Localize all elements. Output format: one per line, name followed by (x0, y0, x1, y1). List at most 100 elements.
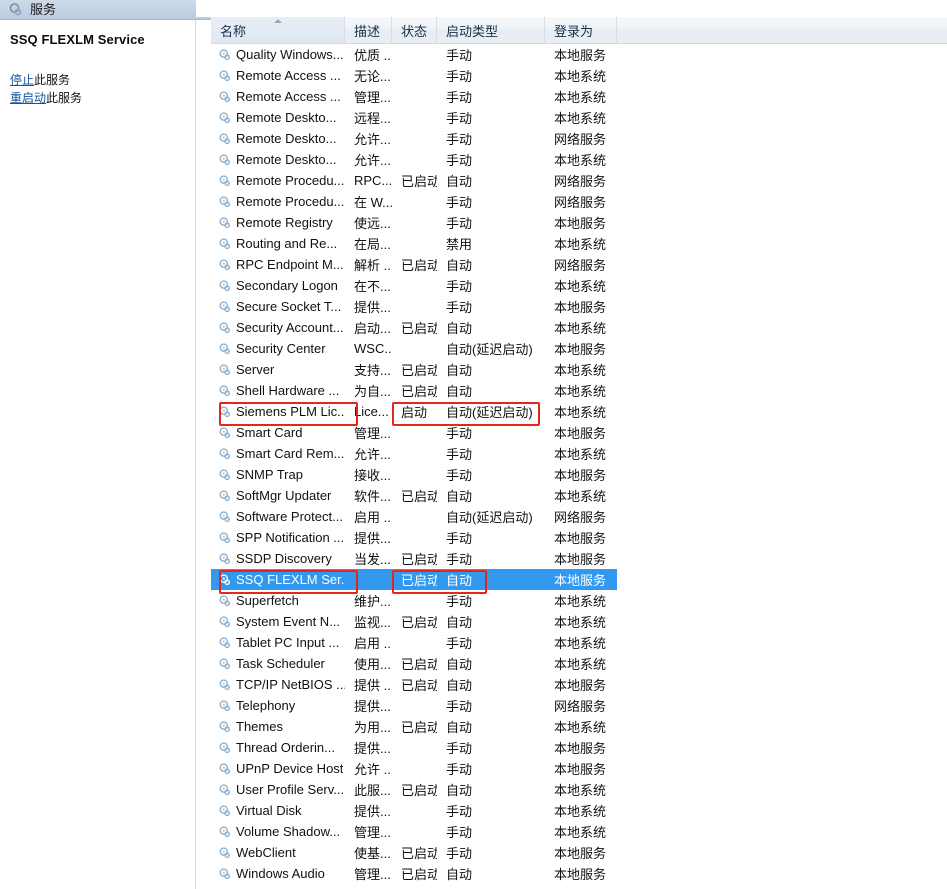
cell-name: Tablet PC Input ... (211, 632, 345, 653)
services-list-body[interactable]: Quality Windows... 优质 ... 手动 本地服务 Remote Acc… (211, 44, 947, 889)
service-gear-icon (218, 720, 232, 734)
column-header-desc[interactable]: 描述 (345, 17, 392, 43)
table-row[interactable]: Remote Access ... 管理... 手动 本地系统 (211, 86, 947, 107)
table-row[interactable]: System Event N... 监视... 已启动 自动 本地系统 (211, 611, 947, 632)
table-row[interactable]: Volume Shadow... 管理... 手动 本地系统 (211, 821, 947, 842)
service-gear-icon (218, 615, 232, 629)
cell-description: 管理... (354, 825, 391, 840)
service-name-label: Remote Deskto... (236, 110, 337, 125)
cell-status: 已启动 (401, 783, 437, 798)
cell-spacer (617, 233, 947, 254)
table-row[interactable]: RPC Endpoint M... 解析 ... 已启动 自动 网络服务 (211, 254, 947, 275)
table-row[interactable]: Remote Procedu... 在 W... 手动 网络服务 (211, 191, 947, 212)
table-row[interactable]: User Profile Serv... 此服... 已启动 自动 本地系统 (211, 779, 947, 800)
cell-name: SSDP Discovery (211, 548, 345, 569)
cell-status (392, 800, 437, 821)
table-row[interactable]: SoftMgr Updater 软件... 已启动 自动 本地系统 (211, 485, 947, 506)
table-row[interactable]: Thread Orderin... 提供... 手动 本地服务 (211, 737, 947, 758)
cell-startup-type: 自动 (446, 783, 473, 798)
cell-status: 已启动 (401, 867, 437, 882)
cell-status: 已启动 (401, 321, 437, 336)
cell-status: 已启动 (401, 657, 437, 672)
table-row[interactable]: Telephony 提供... 手动 网络服务 (211, 695, 947, 716)
cell-status: 已启动 (401, 615, 437, 630)
column-header-name[interactable]: 名称 (211, 17, 345, 43)
service-gear-icon (218, 573, 232, 587)
table-row[interactable]: Windows Audio 管理... 已启动 自动 本地服务 (211, 863, 947, 884)
table-row[interactable]: Remote Registry 使远... 手动 本地服务 (211, 212, 947, 233)
cell-status (392, 338, 437, 359)
table-row[interactable]: Security Account... 启动... 已启动 自动 本地系统 (211, 317, 947, 338)
restart-service-link[interactable]: 重启动此服务 (10, 89, 185, 107)
cell-name: Thread Orderin... (211, 737, 345, 758)
cell-startup-type: 自动 (446, 615, 473, 630)
cell-status (392, 590, 437, 611)
restart-service-link-text[interactable]: 重启动 (10, 91, 46, 105)
cell-startup-type: 自动 (446, 258, 473, 273)
cell-startup-type: 手动 (446, 69, 473, 84)
table-row[interactable]: Shell Hardware ... 为自... 已启动 自动 本地系统 (211, 380, 947, 401)
table-row[interactable]: Remote Deskto... 允许... 手动 网络服务 (211, 128, 947, 149)
table-row[interactable]: TCP/IP NetBIOS ... 提供 ... 已启动 自动 本地服务 (211, 674, 947, 695)
table-row[interactable]: Routing and Re... 在局... 禁用 本地系统 (211, 233, 947, 254)
table-row[interactable]: Secure Socket T... 提供... 手动 本地服务 (211, 296, 947, 317)
service-name-label: Remote Access ... (236, 68, 341, 83)
service-name-label: Remote Procedu... (236, 194, 345, 209)
table-row[interactable]: SSDP Discovery 当发... 已启动 手动 本地服务 (211, 548, 947, 569)
table-row[interactable]: Remote Deskto... 允许... 手动 本地系统 (211, 149, 947, 170)
services-list-view: 名称 描述 状态 启动类型 登录为 Quality Windows... 优质 ... 手动… (211, 17, 947, 889)
table-row[interactable]: WebClient 使基... 已启动 手动 本地服务 (211, 842, 947, 863)
table-row[interactable]: Siemens PLM Lic... Lice... 启动 自动(延迟启动) 本地系统 (211, 401, 947, 422)
table-row[interactable]: Tablet PC Input ... 启用 ... 手动 本地系统 (211, 632, 947, 653)
service-name-label: Remote Access ... (236, 89, 341, 104)
table-row[interactable]: UPnP Device Host 允许 ... 手动 本地服务 (211, 758, 947, 779)
table-row[interactable]: Remote Deskto... 远程... 手动 本地系统 (211, 107, 947, 128)
table-row[interactable]: Task Scheduler 使用... 已启动 自动 本地系统 (211, 653, 947, 674)
cell-log-on-as: 本地服务 (554, 342, 607, 357)
column-header-logon[interactable]: 登录为 (545, 17, 617, 43)
cell-startup-type: 手动 (446, 90, 473, 105)
stop-service-link-text[interactable]: 停止 (10, 73, 34, 87)
table-row[interactable]: Remote Procedu... RPC... 已启动 自动 网络服务 (211, 170, 947, 191)
table-row[interactable]: Smart Card 管理... 手动 本地服务 (211, 422, 947, 443)
service-gear-icon (218, 90, 232, 104)
cell-spacer (617, 653, 947, 674)
cell-startup-type: 自动 (446, 384, 473, 399)
cell-startup-type: 自动 (446, 174, 473, 189)
service-gear-icon (218, 153, 232, 167)
cell-name: Volume Shadow... (211, 821, 345, 842)
table-row[interactable]: Remote Access ... 无论... 手动 本地系统 (211, 65, 947, 86)
table-row[interactable]: SPP Notification ... 提供... 手动 本地服务 (211, 527, 947, 548)
table-row[interactable]: Quality Windows... 优质 ... 手动 本地服务 (211, 44, 947, 65)
cell-log-on-as: 本地服务 (554, 867, 607, 882)
stop-service-link[interactable]: 停止此服务 (10, 71, 185, 89)
cell-description: Lice... (354, 404, 389, 419)
cell-spacer (617, 380, 947, 401)
table-row[interactable]: Secondary Logon 在不... 手动 本地系统 (211, 275, 947, 296)
cell-spacer (617, 800, 947, 821)
cell-log-on-as: 本地系统 (554, 804, 607, 819)
table-row[interactable]: SNMP Trap 接收... 手动 本地服务 (211, 464, 947, 485)
cell-log-on-as: 本地服务 (554, 216, 607, 231)
cell-spacer (617, 716, 947, 737)
service-gear-icon (218, 699, 232, 713)
cell-description: 启用 ... (354, 636, 392, 651)
table-row[interactable]: Software Protect... 启用 ... 自动(延迟启动) 网络服务 (211, 506, 947, 527)
table-row[interactable]: Superfetch 维护... 手动 本地系统 (211, 590, 947, 611)
table-row[interactable]: Themes 为用... 已启动 自动 本地系统 (211, 716, 947, 737)
column-header-start[interactable]: 启动类型 (437, 17, 545, 43)
table-row[interactable]: Server 支持... 已启动 自动 本地系统 (211, 359, 947, 380)
service-name-label: Virtual Disk (236, 803, 302, 818)
table-row[interactable]: Smart Card Rem... 允许... 手动 本地系统 (211, 443, 947, 464)
cell-startup-type: 手动 (446, 552, 473, 567)
service-gear-icon (218, 300, 232, 314)
cell-startup-type: 手动 (446, 48, 473, 63)
cell-description: 允许... (354, 447, 391, 462)
table-row[interactable]: Virtual Disk 提供... 手动 本地系统 (211, 800, 947, 821)
cell-description (345, 569, 392, 590)
column-header-state[interactable]: 状态 (392, 17, 437, 43)
cell-description: 使用... (354, 657, 391, 672)
service-name-label: Software Protect... (236, 509, 343, 524)
table-row[interactable]: SSQ FLEXLM Ser... 已启动 自动 本地服务 (211, 569, 947, 590)
table-row[interactable]: Security Center WSC... 自动(延迟启动) 本地服务 (211, 338, 947, 359)
